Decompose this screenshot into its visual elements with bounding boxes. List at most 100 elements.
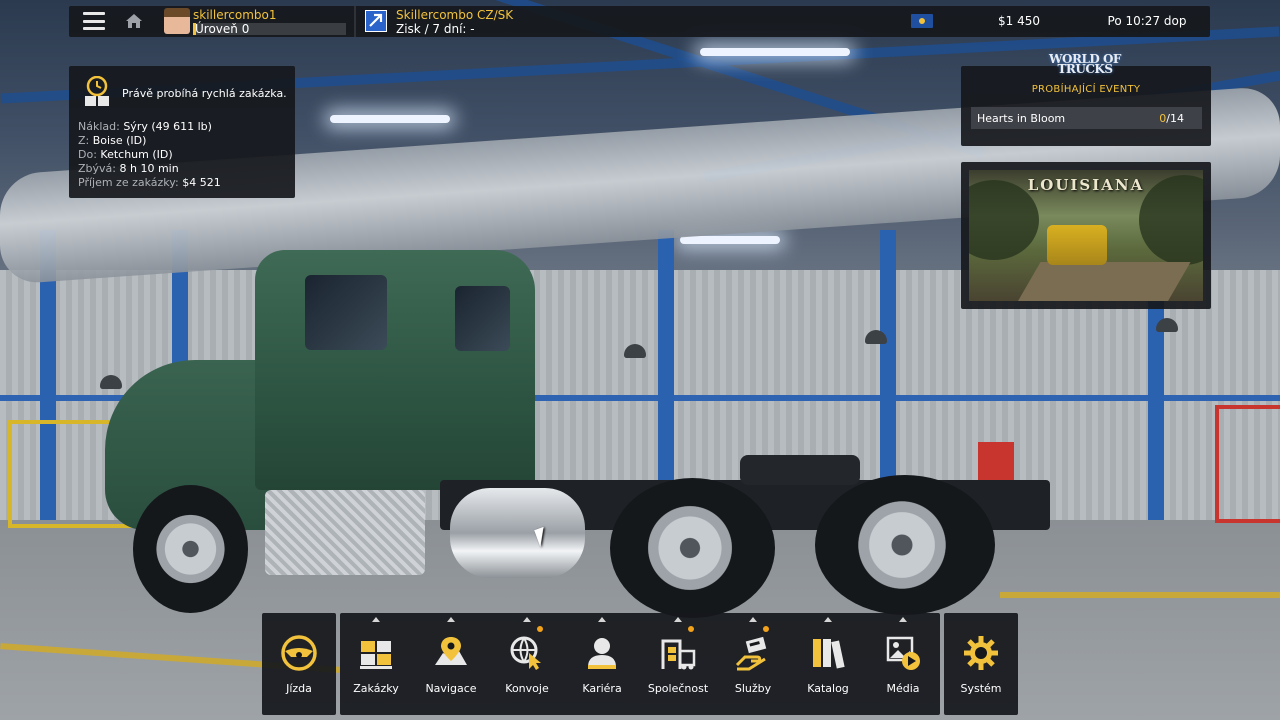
truck-window bbox=[455, 286, 510, 351]
job-value: $4 521 bbox=[182, 176, 221, 189]
yellow-truck-shape bbox=[1047, 225, 1107, 265]
dock-label: Společnost bbox=[647, 682, 709, 695]
books-icon bbox=[810, 635, 846, 671]
wheel-rim bbox=[640, 500, 740, 596]
quick-job-icon bbox=[82, 75, 112, 108]
job-row-cargo: Náklad: Sýry (49 611 lb) bbox=[78, 120, 221, 134]
steering-wheel-icon bbox=[281, 635, 317, 671]
dock-drive-button[interactable]: Jízda bbox=[261, 613, 337, 715]
company-name[interactable]: Skillercombo CZ/SK bbox=[396, 8, 513, 22]
dlc-banner-image[interactable]: LOUISIANA bbox=[969, 170, 1203, 301]
job-details: Náklad: Sýry (49 611 lb) Z: Boise (ID) D… bbox=[78, 120, 221, 190]
dock-main-group: Zakázky Navigace Konvoje Kariéra Společn… bbox=[340, 613, 940, 715]
money-balance: $1 450 bbox=[998, 14, 1040, 28]
map-pin-icon bbox=[433, 635, 469, 671]
wheel-rim bbox=[153, 507, 228, 591]
game-clock: Po 10:27 dop bbox=[1107, 14, 1187, 28]
job-label: Náklad: bbox=[78, 120, 120, 133]
job-value: 8 h 10 min bbox=[119, 162, 179, 175]
world-of-trucks-logo[interactable]: WORLD OF TRUCKS bbox=[1040, 53, 1130, 76]
job-row-to: Do: Ketchum (ID) bbox=[78, 148, 221, 162]
globe-cursor-icon bbox=[509, 635, 545, 671]
chevron-up-icon bbox=[598, 617, 606, 622]
dock-label: Kariéra bbox=[582, 682, 622, 695]
chevron-up-icon bbox=[447, 617, 455, 622]
dock-item-zakazky[interactable]: Zakázky bbox=[338, 613, 414, 715]
fuel-tank bbox=[450, 488, 585, 578]
job-label: Z: bbox=[78, 134, 90, 147]
world-of-trucks-events-panel: PROBÍHAJÍCÍ EVENTY Hearts in Bloom 0/14 bbox=[961, 66, 1211, 146]
notification-dot bbox=[763, 626, 769, 632]
dock-item-sluzby[interactable]: Služby bbox=[715, 613, 791, 715]
service-hand-icon bbox=[735, 635, 771, 671]
road-shape bbox=[1017, 262, 1191, 301]
chevron-up-icon bbox=[674, 617, 682, 622]
person-icon bbox=[584, 635, 620, 671]
garage-truck-icon bbox=[660, 635, 696, 671]
dock-item-spolecnost[interactable]: Společnost bbox=[640, 613, 716, 715]
hamburger-menu-icon[interactable] bbox=[83, 12, 105, 30]
dock-label: Konvoje bbox=[505, 682, 549, 695]
wheel-rim bbox=[848, 497, 956, 593]
dock-label: Zakázky bbox=[353, 682, 399, 695]
cargo-crates-icon bbox=[358, 635, 394, 671]
dock-label: Služby bbox=[734, 682, 772, 695]
job-label: Zbývá: bbox=[78, 162, 116, 175]
job-value: Boise (ID) bbox=[92, 134, 147, 147]
avatar[interactable] bbox=[164, 8, 190, 34]
event-progress-total: /14 bbox=[1166, 112, 1184, 125]
profile-name[interactable]: skillercombo1 bbox=[193, 8, 276, 22]
event-progress: 0/14 bbox=[1159, 112, 1184, 125]
chevron-up-icon bbox=[749, 617, 757, 622]
red-rack bbox=[1215, 405, 1280, 523]
chevron-up-icon bbox=[899, 617, 907, 622]
truck-window bbox=[305, 275, 387, 350]
ceiling-light bbox=[700, 48, 850, 56]
chevron-up-icon bbox=[372, 617, 380, 622]
dock-item-konvoje[interactable]: Konvoje bbox=[489, 613, 565, 715]
notification-dot bbox=[537, 626, 543, 632]
gear-icon bbox=[963, 635, 999, 671]
level-text: Úroveň 0 bbox=[195, 22, 250, 36]
dlc-banner-title: LOUISIANA bbox=[1027, 176, 1145, 194]
job-value: Sýry (49 611 lb) bbox=[123, 120, 212, 133]
dock-label: Katalog bbox=[807, 682, 849, 695]
dlc-banner[interactable]: LOUISIANA bbox=[961, 162, 1211, 309]
dock-system-group: Systém bbox=[944, 613, 1018, 715]
dock-system-button[interactable]: Systém bbox=[943, 613, 1019, 715]
company-profit: Zisk / 7 dní: - bbox=[396, 22, 475, 36]
dock-item-kariera[interactable]: Kariéra bbox=[564, 613, 640, 715]
fifth-wheel bbox=[740, 455, 860, 485]
floor-marking bbox=[1000, 592, 1280, 598]
fire-box bbox=[978, 442, 1014, 480]
media-play-icon bbox=[885, 635, 921, 671]
dock-label: Jízda bbox=[286, 682, 312, 695]
chevron-up-icon bbox=[824, 617, 832, 622]
events-title: PROBÍHAJÍCÍ EVENTY bbox=[1031, 84, 1141, 95]
divider bbox=[354, 6, 356, 37]
diamond-plate-step bbox=[265, 490, 425, 575]
current-job-panel[interactable]: Právě probíhá rychlá zakázka. Náklad: Sý… bbox=[69, 66, 295, 198]
chevron-up-icon bbox=[523, 617, 531, 622]
ceiling-light bbox=[330, 115, 450, 123]
dock-item-navigace[interactable]: Navigace bbox=[413, 613, 489, 715]
dock-drive-group: Jízda bbox=[262, 613, 336, 715]
ceiling-light bbox=[680, 236, 780, 244]
event-row[interactable]: Hearts in Bloom 0/14 bbox=[971, 107, 1202, 129]
home-icon[interactable] bbox=[124, 11, 144, 31]
event-name: Hearts in Bloom bbox=[977, 112, 1066, 125]
dock-label: Systém bbox=[960, 682, 1002, 695]
dock-label: Média bbox=[886, 682, 920, 695]
job-row-from: Z: Boise (ID) bbox=[78, 134, 221, 148]
dock-item-katalog[interactable]: Katalog bbox=[790, 613, 866, 715]
company-logo-icon[interactable] bbox=[365, 10, 387, 32]
top-bar: skillercombo1 Úroveň 0 Skillercombo CZ/S… bbox=[69, 6, 1210, 37]
job-label: Příjem ze zakázky: bbox=[78, 176, 179, 189]
state-flag-icon bbox=[911, 14, 933, 28]
job-title: Právě probíhá rychlá zakázka. bbox=[122, 87, 287, 100]
job-row-income: Příjem ze zakázky: $4 521 bbox=[78, 176, 221, 190]
dock-label: Navigace bbox=[425, 682, 477, 695]
dock-item-media[interactable]: Média bbox=[865, 613, 941, 715]
job-value: Ketchum (ID) bbox=[100, 148, 173, 161]
job-row-remaining: Zbývá: 8 h 10 min bbox=[78, 162, 221, 176]
